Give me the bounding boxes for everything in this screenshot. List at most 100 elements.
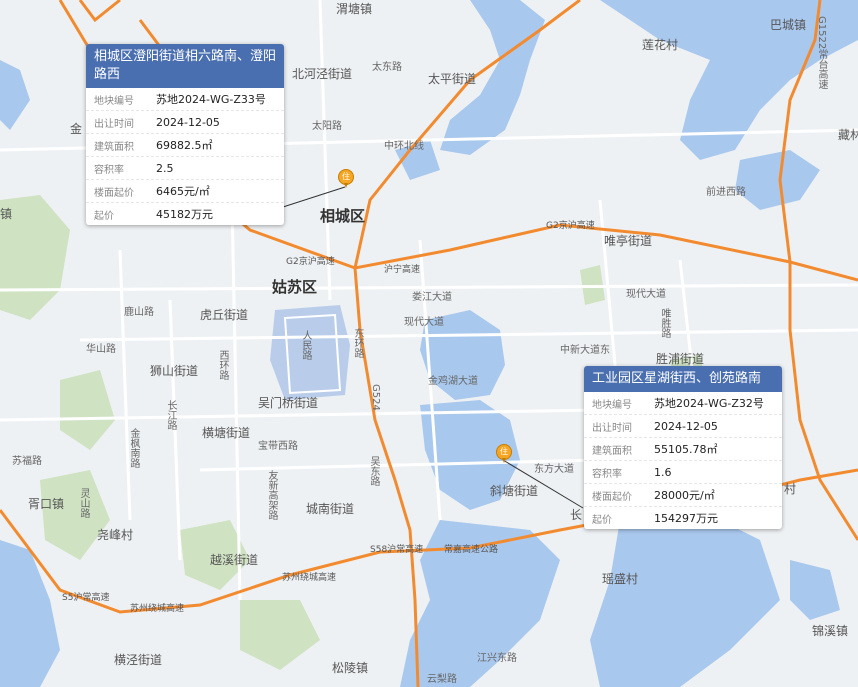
road-xiandai: 现代大道	[404, 317, 444, 328]
road-baodai: 宝带西路	[258, 441, 298, 452]
land-pin-z33[interactable]: 住	[338, 169, 354, 188]
card-row: 建筑面积 55105.78㎡	[584, 438, 782, 461]
district-xiangcheng: 相城区	[320, 207, 366, 225]
place-jin-fragment: 金	[70, 122, 83, 136]
hwy-label-g524: G524	[370, 384, 381, 411]
place-taiping: 太平街道	[428, 72, 477, 86]
district-gusu: 姑苏区	[272, 278, 318, 296]
hwy-label-suzhourao: 苏州绕城高速	[130, 604, 185, 614]
card-label: 起价	[592, 514, 612, 526]
road-zhongxin: 中新大道东	[560, 345, 610, 356]
place-zhen-fragment: 镇	[0, 207, 13, 221]
road-jiangxing: 江兴东路	[477, 653, 517, 664]
road-xihuan: 西环路	[217, 350, 228, 380]
card-label: 地块编号	[94, 95, 134, 107]
card-row: 容积率 2.5	[86, 157, 284, 180]
card-label: 容积率	[94, 164, 124, 176]
place-yaofeng: 尧峰村	[97, 528, 134, 542]
place-hengjing: 横泾街道	[114, 653, 163, 667]
card-row: 起价 45182万元	[86, 203, 284, 225]
place-yuexi: 越溪街道	[210, 553, 259, 567]
road-xiandai2: 现代大道	[626, 289, 666, 300]
road-yunli: 云梨路	[427, 674, 457, 685]
road-changjiang: 长江路	[165, 400, 176, 430]
place-shengpu: 胜浦街道	[656, 352, 705, 366]
card-label: 容积率	[592, 468, 622, 480]
place-bacheng: 巴城镇	[770, 18, 807, 32]
road-jinfeng: 金枫南路	[128, 428, 139, 468]
place-huqiu: 虎丘街道	[200, 308, 249, 322]
hwy-label-s58: S58沪常高速	[370, 545, 424, 555]
card-label: 楼面起价	[592, 491, 632, 503]
card-label: 出让时间	[592, 422, 632, 434]
card-row: 出让时间 2024-12-05	[584, 415, 782, 438]
place-xietang: 斜塘街道	[490, 484, 539, 498]
place-beihejing: 北河泾街道	[292, 67, 353, 81]
card-title: 工业园区星湖街西、创苑路南	[584, 366, 782, 392]
card-value: 2024-12-05	[156, 115, 220, 129]
card-value: 2.5	[156, 161, 174, 175]
road-taidong: 太东路	[372, 62, 402, 73]
road-dongshuan: 东环路	[352, 328, 363, 358]
card-value: 28000元/㎡	[654, 489, 715, 502]
card-label: 出让时间	[94, 118, 134, 130]
road-zhonghuan: 中环北线	[384, 141, 424, 152]
hwy-label-g2b: G2京沪高速	[546, 221, 595, 231]
card-value: 2024-12-05	[654, 419, 718, 433]
card-row: 地块编号 苏地2024-WG-Z33号	[86, 88, 284, 111]
place-songling: 松陵镇	[332, 661, 369, 675]
place-shishan: 狮山街道	[150, 364, 199, 378]
land-info-card-z33[interactable]: 相城区澄阳街道相六路南、澄阳路西 地块编号 苏地2024-WG-Z33号 出让时…	[86, 44, 284, 225]
card-value: 69882.5㎡	[156, 139, 213, 152]
card-label: 楼面起价	[94, 187, 134, 199]
hwy-label-g1522: G1522常台高速	[816, 16, 827, 90]
card-row: 出让时间 2024-12-05	[86, 111, 284, 134]
land-info-card-z32[interactable]: 工业园区星湖街西、创苑路南 地块编号 苏地2024-WG-Z32号 出让时间 2…	[584, 366, 782, 529]
place-xukou: 胥口镇	[28, 497, 65, 511]
card-row: 地块编号 苏地2024-WG-Z32号	[584, 392, 782, 415]
card-row: 楼面起价 6465元/㎡	[86, 180, 284, 203]
road-weisheng: 唯胜路	[659, 308, 670, 338]
hwy-label-hushu: 沪宁高速	[384, 265, 421, 275]
card-row: 容积率 1.6	[584, 461, 782, 484]
card-row: 建筑面积 69882.5㎡	[86, 134, 284, 157]
road-huashan: 华山路	[86, 344, 116, 355]
road-loujiang: 娄江大道	[412, 292, 452, 303]
place-hengtang: 横塘街道	[202, 426, 251, 440]
road-taiyang: 太阳路	[312, 121, 342, 132]
card-label: 地块编号	[592, 399, 632, 411]
place-chengnan: 城南街道	[306, 502, 355, 516]
place-yaosheng: 瑶盛村	[602, 572, 639, 586]
place-weiting: 唯亭街道	[604, 234, 653, 248]
road-wudong: 吴东路	[368, 456, 379, 486]
road-renmin: 人民路	[300, 330, 311, 360]
card-value: 154297万元	[654, 512, 718, 525]
card-label: 起价	[94, 210, 114, 222]
card-label: 建筑面积	[94, 141, 134, 153]
card-row: 起价 154297万元	[584, 507, 782, 529]
card-value: 1.6	[654, 465, 672, 479]
place-maqiao: 藏林	[838, 128, 858, 142]
hwy-label-g2: G2京沪高速	[286, 257, 335, 267]
card-value: 6465元/㎡	[156, 185, 210, 198]
place-jinxi: 锦溪镇	[812, 624, 849, 638]
card-value: 55105.78㎡	[654, 443, 718, 456]
road-youxin: 友新高架路	[266, 470, 277, 520]
card-row: 楼面起价 28000元/㎡	[584, 484, 782, 507]
road-sufu: 苏福路	[12, 456, 42, 467]
road-lushan: 鹿山路	[124, 307, 154, 318]
road-lingshan: 灵山路	[78, 488, 89, 518]
card-title: 相城区澄阳街道相六路南、澄阳路西	[86, 44, 284, 88]
place-chang-fragment: 长	[570, 508, 583, 522]
place-lianhua: 莲花村	[642, 38, 679, 52]
card-value: 苏地2024-WG-Z32号	[654, 397, 764, 410]
road-qianjin: 前进西路	[706, 187, 746, 198]
land-pin-z32[interactable]: 住	[496, 444, 512, 463]
place-wumen: 吴门桥街道	[258, 396, 319, 410]
road-dongfang: 东方大道	[534, 464, 574, 475]
hwy-label-changjia: 常嘉高速公路	[444, 545, 499, 555]
hwy-label-s5: S5沪常高速	[62, 593, 110, 603]
card-value: 45182万元	[156, 208, 213, 221]
card-value: 苏地2024-WG-Z33号	[156, 93, 266, 106]
hwy-label-suzhourao2: 苏州绕城高速	[282, 573, 337, 583]
